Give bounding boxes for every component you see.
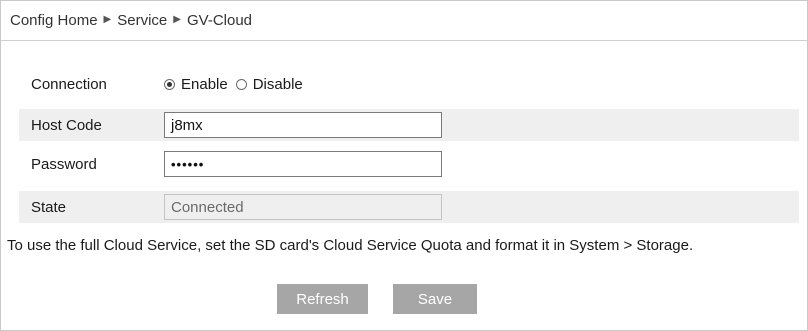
- host-code-input[interactable]: j8mx: [164, 112, 442, 138]
- state-field: Connected: [164, 194, 442, 220]
- config-panel: Config Home ▶ Service ▶ GV-Cloud Connect…: [0, 0, 808, 331]
- host-code-row: Host Code j8mx: [19, 109, 799, 141]
- disable-radio[interactable]: [235, 78, 247, 90]
- breadcrumb-gv-cloud: GV-Cloud: [186, 12, 253, 29]
- password-row: Password ••••••: [19, 148, 799, 180]
- refresh-button[interactable]: Refresh: [277, 284, 368, 314]
- cloud-service-note: To use the full Cloud Service, set the S…: [7, 237, 694, 254]
- breadcrumb-separator-icon: ▶: [173, 14, 181, 25]
- host-code-label: Host Code: [31, 116, 102, 134]
- save-button[interactable]: Save: [393, 284, 477, 314]
- enable-radio[interactable]: [164, 78, 175, 90]
- radio-selected-dot-icon: [167, 81, 172, 87]
- password-input[interactable]: ••••••: [164, 151, 442, 177]
- state-label: State: [31, 198, 67, 216]
- state-row: State Connected: [19, 191, 799, 223]
- disable-radio-label[interactable]: Disable: [253, 76, 303, 93]
- breadcrumb-config-home[interactable]: Config Home: [10, 12, 98, 29]
- breadcrumb: Config Home ▶ Service ▶ GV-Cloud: [1, 1, 807, 41]
- connection-label: Connection: [31, 75, 107, 93]
- breadcrumb-service[interactable]: Service: [117, 12, 167, 29]
- password-label: Password: [31, 155, 97, 173]
- enable-radio-label[interactable]: Enable: [181, 76, 228, 93]
- breadcrumb-separator-icon: ▶: [103, 14, 112, 25]
- connection-row: Connection Enable Disable: [19, 68, 799, 100]
